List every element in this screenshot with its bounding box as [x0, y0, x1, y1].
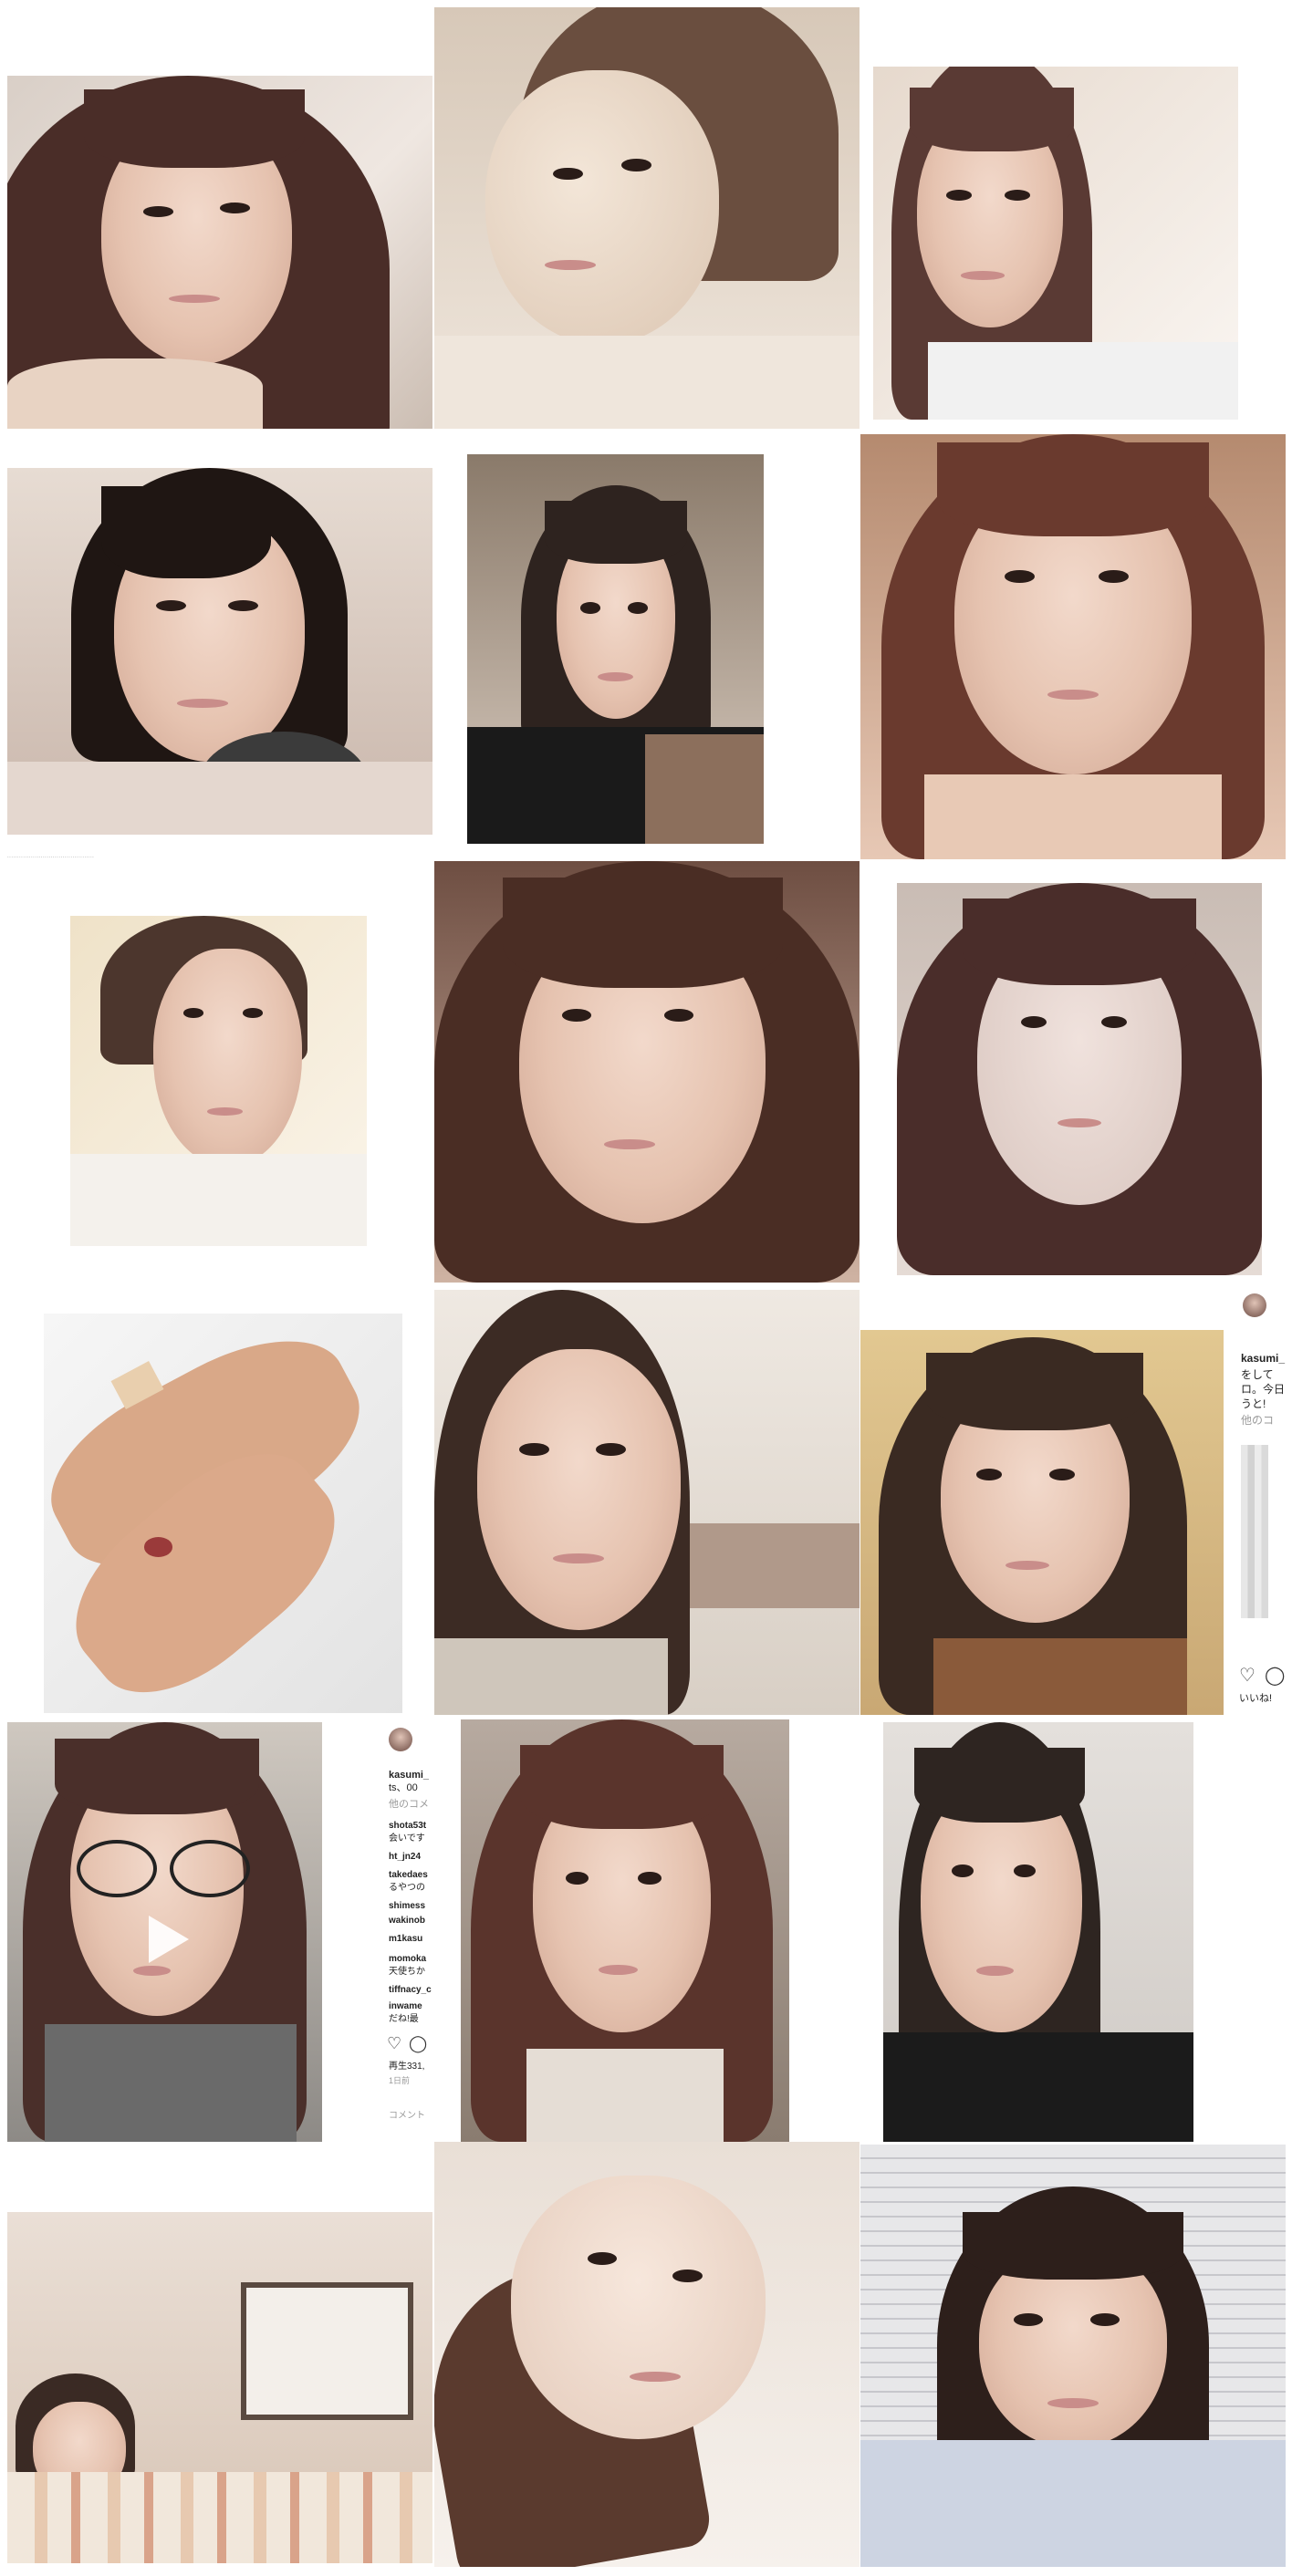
comment-user[interactable]: ht_jn24 [389, 1852, 421, 1864]
ig-caption-line-1: をして [1241, 1368, 1274, 1381]
pixelated-area [1241, 1445, 1268, 1618]
comment-icon[interactable]: ◯ [1265, 1664, 1285, 1687]
tiny-caption: ........................................… [7, 854, 95, 859]
comment-text: だね!最 [389, 2014, 419, 2024]
ig-date: 1日前 [389, 2076, 411, 2085]
comment-user[interactable]: tiffnacy_c [389, 1985, 432, 1997]
ig-more-comments[interactable]: 他のコ [1241, 1414, 1274, 1428]
comment-user[interactable]: wakinob [389, 1916, 425, 1927]
play-icon[interactable] [149, 1915, 190, 1963]
ig-comment-prompt[interactable]: コメント [389, 2111, 425, 2123]
ig-username: kasumi_ [1241, 1352, 1286, 1365]
photo-07 [70, 916, 367, 1246]
photo-18 [860, 2145, 1286, 2567]
photo-09 [897, 883, 1262, 1275]
ig-more-comments[interactable]: 他のコメ [389, 1799, 429, 1812]
photo-08 [434, 861, 860, 1283]
comment-user[interactable]: shota53t [389, 1821, 426, 1833]
comment-user[interactable]: takedaes [389, 1870, 428, 1882]
comment-user[interactable]: shimess [389, 1901, 425, 1913]
photo-14 [461, 1719, 789, 2142]
ig-avatar [1243, 1293, 1266, 1317]
photo-06 [860, 434, 1286, 859]
heart-icon[interactable]: ♡ [1239, 1664, 1256, 1687]
photo-02 [434, 7, 860, 429]
photo-05 [467, 454, 764, 844]
comment-text: るやつの [389, 1883, 425, 1893]
photo-16 [7, 2212, 432, 2563]
comment-user[interactable]: inwame [389, 2001, 422, 2013]
comment-user[interactable]: momoka [389, 1954, 426, 1966]
ig-likes: いいね! [1239, 1693, 1273, 1704]
photo-10 [44, 1314, 402, 1713]
heart-icon[interactable]: ♡ [387, 2034, 401, 2053]
comment-text: 会いです [389, 1833, 425, 1844]
photo-04 [7, 468, 432, 835]
ig-avatar [389, 1728, 412, 1751]
ig-views: 再生331, [389, 2062, 425, 2072]
photo-13 [7, 1722, 322, 2142]
ig-username: kasumi_ [389, 1770, 430, 1781]
photo-11 [434, 1290, 860, 1715]
comment-text: 天使ちか [389, 1967, 425, 1977]
photo-01 [7, 76, 432, 429]
ig-caption-line-3: うと! [1241, 1397, 1266, 1410]
ig-caption-line-2: ロ。今日 [1241, 1383, 1286, 1396]
instagram-panel-right: kasumi_ をして ロ。今日 うと! 他のコ ♡ ◯ いいね! [1235, 1290, 1292, 1715]
instagram-panel-middle: kasumi_ ts、00 他のコメ shota53t 会いです ht_jn24… [383, 1722, 456, 2142]
glasses [76, 1839, 250, 1897]
comment-icon[interactable]: ◯ [409, 2034, 427, 2053]
photo-03 [873, 67, 1238, 420]
photo-12 [860, 1330, 1224, 1715]
photo-17 [434, 2142, 860, 2567]
comment-user[interactable]: m1kasu [389, 1934, 422, 1946]
ig-caption-line: ts、00 [389, 1782, 418, 1793]
photo-15 [883, 1722, 1193, 2142]
